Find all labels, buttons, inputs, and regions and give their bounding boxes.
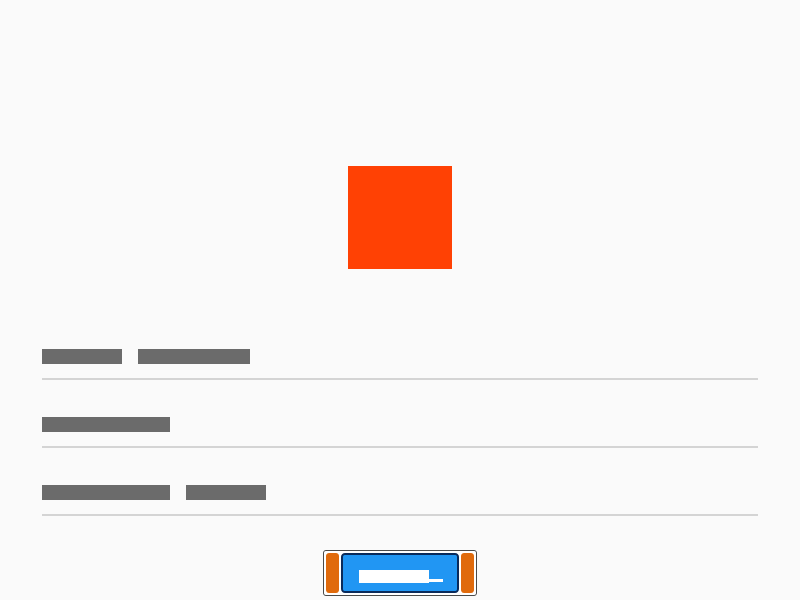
divider xyxy=(42,446,758,448)
color-swatch xyxy=(348,166,452,269)
list-item[interactable] xyxy=(42,483,758,549)
action-button-group xyxy=(323,550,477,596)
button-accent-right xyxy=(461,553,474,593)
redacted-text-block xyxy=(42,485,170,500)
redacted-text-block xyxy=(42,349,122,364)
list-item[interactable] xyxy=(42,415,758,481)
redacted-button-label xyxy=(359,570,429,583)
redacted-text-block xyxy=(138,349,250,364)
divider xyxy=(42,378,758,380)
button-accent-left xyxy=(326,553,339,593)
app-window xyxy=(0,0,800,600)
redacted-text-block xyxy=(42,417,170,432)
primary-action-button[interactable] xyxy=(341,553,459,593)
list-item-text xyxy=(42,417,170,432)
list-item-text xyxy=(42,485,266,500)
list-item-text xyxy=(42,349,250,364)
redacted-text-block xyxy=(186,485,266,500)
divider xyxy=(42,514,758,516)
text-cursor xyxy=(429,579,443,582)
list-item[interactable] xyxy=(42,347,758,413)
